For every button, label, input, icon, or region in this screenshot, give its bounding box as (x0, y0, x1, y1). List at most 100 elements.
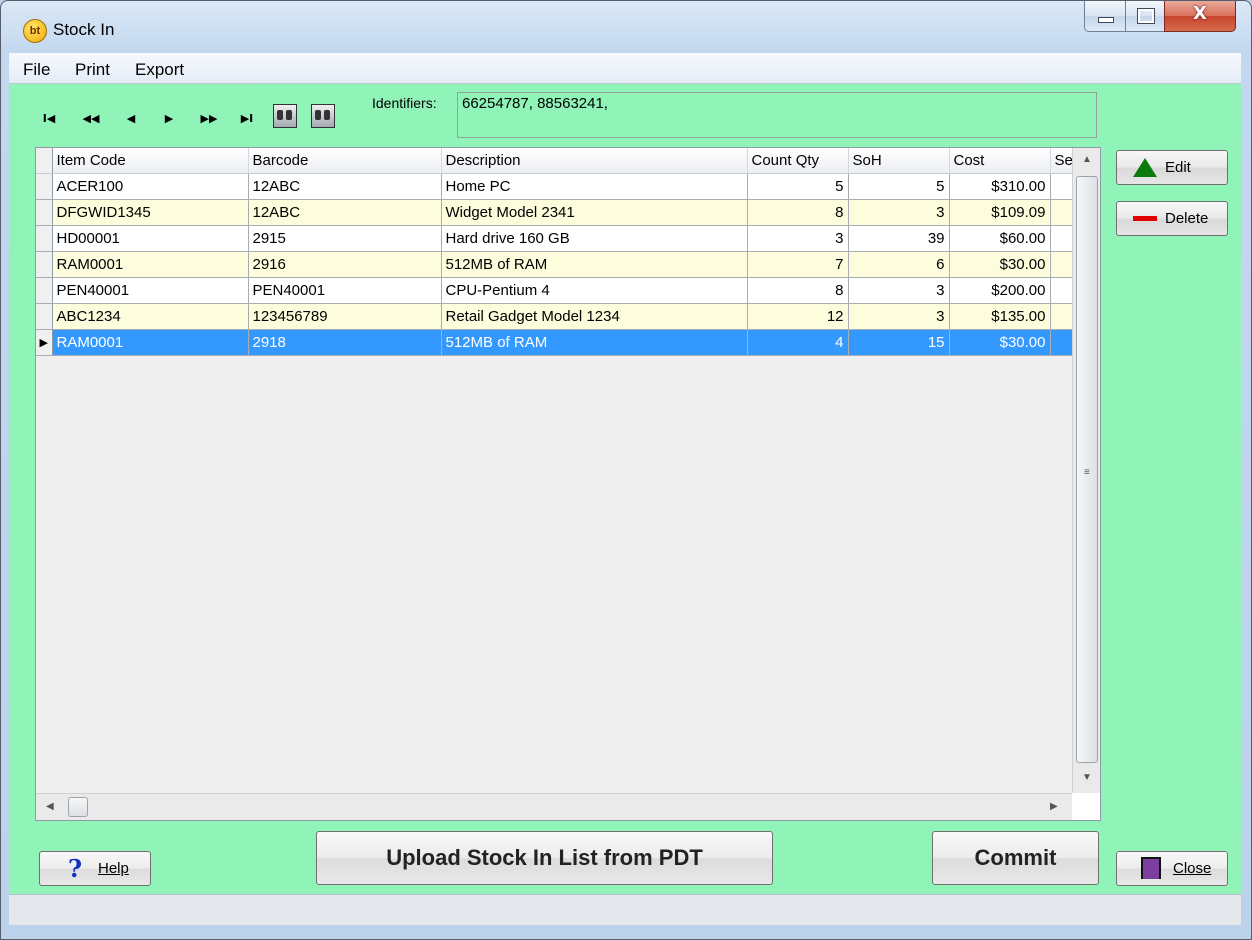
edit-triangle-icon (1133, 158, 1157, 177)
edit-button[interactable]: Edit (1116, 150, 1228, 185)
col-item-code[interactable]: Item Code (52, 148, 249, 174)
barcode-cell[interactable]: 12ABC (248, 173, 442, 200)
identifiers-field[interactable]: 66254787, 88563241, (457, 92, 1097, 138)
barcode-cell[interactable]: 2918 (248, 329, 442, 356)
horizontal-scroll-thumb[interactable] (68, 797, 88, 817)
soh-cell[interactable]: 15 (848, 329, 950, 356)
count-qty-cell[interactable]: 8 (747, 277, 849, 304)
scroll-left-icon[interactable]: ◀ (46, 801, 54, 812)
scroll-up-icon[interactable]: ▲ (1082, 154, 1092, 165)
table-row[interactable]: ACER100 12ABC Home PC 5 5 $310.00 (36, 173, 1087, 200)
table-row-selected[interactable]: ▶ RAM0001 2918 512MB of RAM 4 15 $30.00 (36, 329, 1087, 356)
close-label: Close (1173, 860, 1212, 877)
prev-page-button[interactable]: ◀◀ (81, 112, 101, 128)
description-cell[interactable]: 512MB of RAM (441, 329, 748, 356)
item-code-cell[interactable]: ACER100 (52, 173, 249, 200)
identifiers-label: Identifiers: (372, 95, 437, 111)
table-row[interactable]: DFGWID1345 12ABC Widget Model 2341 8 3 $… (36, 199, 1087, 226)
vertical-scrollbar[interactable]: ▲ ≡ ▼ (1072, 148, 1100, 793)
maximize-button[interactable] (1125, 1, 1165, 32)
horizontal-scrollbar[interactable]: ◀ ▶ (36, 793, 1072, 820)
commit-button[interactable]: Commit (932, 831, 1099, 885)
col-cost[interactable]: Cost (949, 148, 1051, 174)
menu-export[interactable]: Export (135, 60, 184, 80)
next-page-button[interactable]: ▶▶ (199, 112, 219, 128)
col-barcode[interactable]: Barcode (248, 148, 442, 174)
count-qty-cell[interactable]: 7 (747, 251, 849, 278)
table-row[interactable]: HD00001 2915 Hard drive 160 GB 3 39 $60.… (36, 225, 1087, 252)
item-code-cell[interactable]: HD00001 (52, 225, 249, 252)
item-code-cell[interactable]: RAM0001 (52, 251, 249, 278)
title-bar[interactable]: bt Stock In X (1, 1, 1251, 53)
close-window-button[interactable]: X (1164, 1, 1236, 32)
cost-cell[interactable]: $135.00 (949, 303, 1051, 330)
soh-cell[interactable]: 5 (848, 173, 950, 200)
count-qty-cell[interactable]: 8 (747, 199, 849, 226)
stock-grid[interactable]: Item Code Barcode Description Count Qty … (35, 147, 1101, 821)
description-cell[interactable]: Hard drive 160 GB (441, 225, 748, 252)
find-icon[interactable] (273, 104, 297, 128)
help-label: Help (98, 860, 129, 877)
status-bar (9, 894, 1241, 925)
soh-cell[interactable]: 3 (848, 199, 950, 226)
item-code-cell[interactable]: PEN40001 (52, 277, 249, 304)
col-soh[interactable]: SoH (848, 148, 950, 174)
row-indicator (36, 277, 53, 304)
barcode-cell[interactable]: 2916 (248, 251, 442, 278)
main-panel: I◀ ◀◀ ◀ ▶ ▶▶ ▶I Identifiers: 66254787, 8… (9, 84, 1241, 894)
cost-cell[interactable]: $30.00 (949, 329, 1051, 356)
soh-cell[interactable]: 3 (848, 303, 950, 330)
menu-file[interactable]: File (23, 60, 50, 80)
cost-cell[interactable]: $310.00 (949, 173, 1051, 200)
delete-minus-icon (1133, 216, 1157, 221)
barcode-cell[interactable]: 2915 (248, 225, 442, 252)
count-qty-cell[interactable]: 3 (747, 225, 849, 252)
scroll-right-icon[interactable]: ▶ (1050, 801, 1058, 812)
stock-in-window: bt Stock In X File Print Export I◀ ◀◀ ◀ … (0, 0, 1252, 940)
menu-print[interactable]: Print (75, 60, 110, 80)
soh-cell[interactable]: 6 (848, 251, 950, 278)
count-qty-cell[interactable]: 4 (747, 329, 849, 356)
table-row[interactable]: ABC1234 123456789 Retail Gadget Model 12… (36, 303, 1087, 330)
item-code-cell[interactable]: ABC1234 (52, 303, 249, 330)
barcode-cell[interactable]: PEN40001 (248, 277, 442, 304)
delete-button[interactable]: Delete (1116, 201, 1228, 236)
description-cell[interactable]: Home PC (441, 173, 748, 200)
cost-cell[interactable]: $200.00 (949, 277, 1051, 304)
prev-record-button[interactable]: ◀ (121, 112, 141, 128)
delete-label: Delete (1165, 210, 1209, 227)
count-qty-cell[interactable]: 12 (747, 303, 849, 330)
find-next-icon[interactable] (311, 104, 335, 128)
item-code-cell[interactable]: DFGWID1345 (52, 199, 249, 226)
row-indicator (36, 303, 53, 330)
last-record-button[interactable]: ▶I (237, 112, 257, 128)
row-indicator (36, 251, 53, 278)
barcode-cell[interactable]: 12ABC (248, 199, 442, 226)
cost-cell[interactable]: $30.00 (949, 251, 1051, 278)
first-record-button[interactable]: I◀ (39, 112, 59, 128)
col-count-qty[interactable]: Count Qty (747, 148, 849, 174)
description-cell[interactable]: Widget Model 2341 (441, 199, 748, 226)
vertical-scroll-thumb[interactable]: ≡ (1076, 176, 1098, 763)
item-code-cell[interactable]: RAM0001 (52, 329, 249, 356)
grip-icon: ≡ (1084, 467, 1090, 478)
stock-table: Item Code Barcode Description Count Qty … (36, 148, 1087, 356)
description-cell[interactable]: 512MB of RAM (441, 251, 748, 278)
cost-cell[interactable]: $60.00 (949, 225, 1051, 252)
minimize-button[interactable] (1084, 1, 1126, 32)
upload-stock-in-button[interactable]: Upload Stock In List from PDT (316, 831, 773, 885)
cost-cell[interactable]: $109.09 (949, 199, 1051, 226)
col-description[interactable]: Description (441, 148, 748, 174)
soh-cell[interactable]: 3 (848, 277, 950, 304)
barcode-cell[interactable]: 123456789 (248, 303, 442, 330)
scroll-down-icon[interactable]: ▼ (1082, 772, 1092, 783)
help-button[interactable]: ? Help (39, 851, 151, 886)
table-row[interactable]: PEN40001 PEN40001 CPU-Pentium 4 8 3 $200… (36, 277, 1087, 304)
soh-cell[interactable]: 39 (848, 225, 950, 252)
close-button[interactable]: Close (1116, 851, 1228, 886)
next-record-button[interactable]: ▶ (159, 112, 179, 128)
description-cell[interactable]: CPU-Pentium 4 (441, 277, 748, 304)
table-row[interactable]: RAM0001 2916 512MB of RAM 7 6 $30.00 (36, 251, 1087, 278)
description-cell[interactable]: Retail Gadget Model 1234 (441, 303, 748, 330)
count-qty-cell[interactable]: 5 (747, 173, 849, 200)
